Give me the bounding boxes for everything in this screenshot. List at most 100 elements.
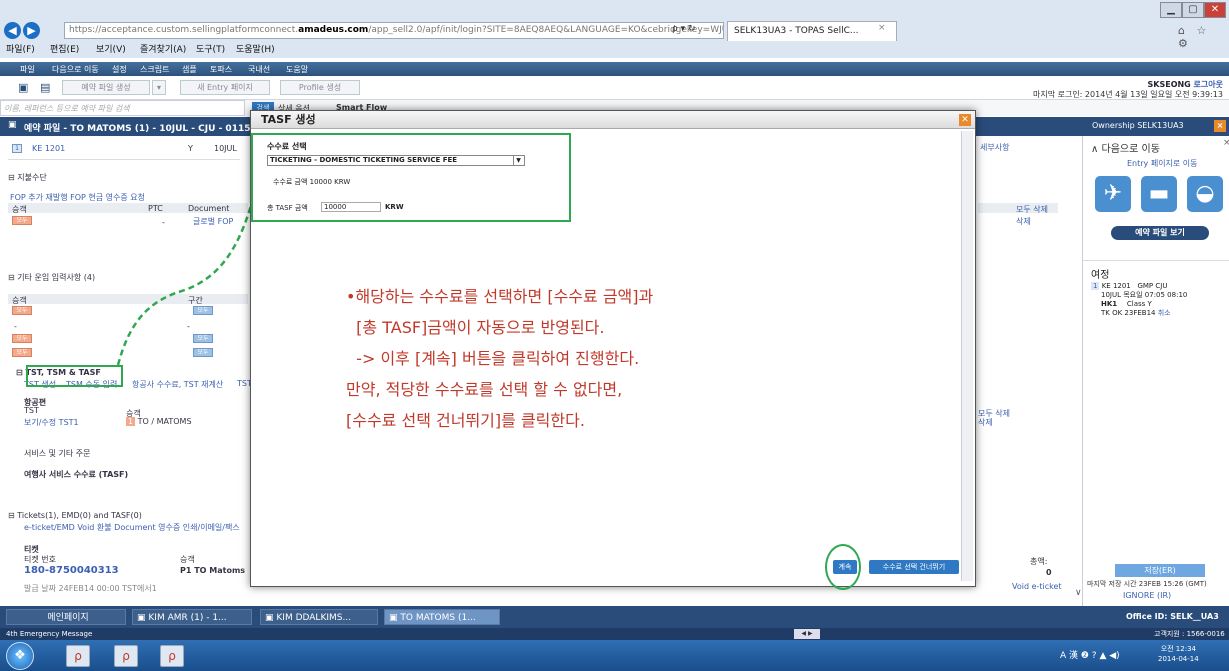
other-seg-tag-3[interactable]: 모두	[193, 348, 213, 357]
menu-edit[interactable]: 편집(E)	[50, 42, 79, 55]
airplane-icon[interactable]: ✈	[1095, 176, 1131, 212]
back-arrow-icon[interactable]: ◀	[4, 22, 21, 39]
menu-view[interactable]: 보기(V)	[96, 42, 126, 55]
app-menu-domestic[interactable]: 국내선	[248, 64, 270, 75]
ignore-link[interactable]: IGNORE (IR)	[1123, 591, 1171, 600]
file-icon: ▣	[8, 120, 17, 130]
fop-right-header: 모두 삭제	[978, 203, 1058, 215]
modal-close-icon[interactable]: ✕	[959, 114, 971, 126]
fee-select-dropdown[interactable]: TICKETING - DOMESTIC TICKETING SERVICE F…	[267, 155, 525, 166]
tab-kim-amr[interactable]: ▣ KIM AMR (1) - 1...	[132, 609, 252, 625]
app-menu-settings[interactable]: 설정	[112, 64, 127, 75]
ownership: Ownership SELK13UA3	[1092, 121, 1184, 130]
other-tag-3[interactable]: 모두	[12, 348, 32, 357]
print-icon[interactable]: ▤	[40, 81, 50, 94]
url-prefix: https://acceptance.custom.sellingplatfor…	[69, 25, 299, 35]
menu-file[interactable]: 파일(F)	[6, 42, 35, 55]
office-id: Office ID: SELK__UA3	[1126, 612, 1219, 621]
tab-close-icon[interactable]: ×	[878, 23, 886, 33]
fop-doc[interactable]: 글로벌 FOP	[193, 216, 233, 227]
view-file-button[interactable]: 예약 파일 보기	[1111, 226, 1209, 240]
app-menu-goto[interactable]: 다음으로 이동	[52, 64, 99, 75]
fop-tag-all[interactable]: 모두	[12, 216, 32, 225]
fop-links[interactable]: FOP 추가 재발행 FOP 현금 영수증 요청	[10, 192, 145, 203]
tst-passenger-name: TO / MATOMS	[137, 417, 192, 426]
itin-class: Class Y	[1126, 300, 1152, 308]
continue-button[interactable]: 계속	[833, 560, 857, 574]
menu-favorites[interactable]: 즐겨찾기(A)	[140, 42, 186, 55]
skip-fee-button[interactable]: 수수료 선택 건너뛰기	[869, 560, 959, 574]
dropdown-arrow-icon[interactable]: ▼	[513, 156, 523, 165]
windows-taskbar	[0, 640, 1229, 671]
browser-tab-active[interactable]: SELK13UA3 - TOPAS SellC...	[727, 21, 897, 41]
taskbar-app-icon-1[interactable]: ρ	[66, 645, 90, 667]
maximize-icon[interactable]: ▢	[1182, 2, 1204, 18]
taskbar-app-icon-2[interactable]: ρ	[114, 645, 138, 667]
flight-row: 1 KE 1201 Y 10JUL	[8, 140, 240, 160]
entry-page-link[interactable]: Entry 페이지로 이동	[1127, 158, 1198, 169]
itin-cancel-link[interactable]: 취소	[1158, 309, 1171, 317]
other-seg-tag-1[interactable]: 모두	[193, 306, 213, 315]
new-reservation-button[interactable]: 예약 파일 생성	[62, 80, 150, 95]
total-tasf-input[interactable]: 10000	[321, 202, 381, 212]
search-input[interactable]: 이름, 레퍼런스 등으로 예약 파일 검색	[0, 100, 245, 116]
close-window-icon[interactable]: ✕	[1204, 2, 1226, 18]
tab-main-page[interactable]: 메인페이지	[6, 609, 126, 625]
url-suffix: /app_sell2.0/apf/init/login?SITE=8AEQ8AE…	[368, 25, 723, 35]
emergency-message[interactable]: 4th Emergency Message	[6, 630, 92, 638]
tab-kim-ddalkims-label: KIM DDALKIMS...	[276, 613, 352, 623]
close-file-icon[interactable]: ×	[1214, 120, 1226, 132]
other-fare-title: ⊟ 기타 운임 입력사항 (4)	[8, 273, 96, 282]
tab-kim-ddalkims[interactable]: ▣ KIM DDALKIMS...	[260, 609, 378, 625]
save-er-button[interactable]: 저장(ER)	[1115, 564, 1205, 577]
other-seg-tag-2[interactable]: 모두	[193, 334, 213, 343]
fop-header: 승객 PTC Document	[8, 203, 248, 214]
minimize-icon[interactable]: ▁	[1160, 2, 1182, 18]
address-controls[interactable]: ρ ▾ ↻	[672, 24, 696, 34]
service-detail-link[interactable]: 세부사항	[980, 142, 1009, 153]
app-menu-sample[interactable]: 샘플	[182, 64, 197, 75]
itin-flight-line: 1 KE 1201 GMP CJU	[1091, 282, 1227, 291]
tst-delete[interactable]: 삭제	[978, 417, 993, 428]
void-eticket-link[interactable]: Void e-ticket	[1012, 582, 1062, 591]
tickets-links[interactable]: e-ticket/EMD Void 환불 Document 영수증 인쇄/이메일…	[24, 522, 240, 533]
collapse-chevron-icon[interactable]: ∨	[1075, 588, 1082, 598]
tickets-title: ⊟ Tickets(1), EMD(0) and TASF(0)	[8, 511, 142, 520]
ticket-number[interactable]: 180-8750040313	[24, 565, 119, 576]
clock: 오전 12:34 2014-04-14	[1158, 644, 1199, 664]
car-icon[interactable]: ◒	[1187, 176, 1223, 212]
other-tag-2[interactable]: 모두	[12, 334, 32, 343]
close-goto-icon[interactable]: ×	[1223, 138, 1229, 148]
app-menu-help[interactable]: 도움말	[286, 64, 308, 75]
tst-view-link[interactable]: 보기/수정 TST1	[24, 417, 79, 428]
tab-to-matoms[interactable]: ▣ TO MATOMS (1...	[384, 609, 500, 625]
message-nav-arrows[interactable]: ◀ ▶	[794, 629, 820, 639]
save-icon[interactable]: ▣	[18, 81, 28, 94]
system-tray-icons[interactable]: A 漢 ❷ ? ▲ ◀)	[1060, 648, 1120, 661]
new-entry-button[interactable]: 새 Entry 페이지	[180, 80, 270, 95]
windows-start-icon[interactable]: ❖	[6, 642, 34, 670]
flight-code[interactable]: KE 1201	[32, 144, 65, 153]
forward-arrow-icon[interactable]: ▶	[23, 22, 40, 39]
address-bar[interactable]: https://acceptance.custom.sellingplatfor…	[64, 22, 724, 39]
fop-title: ⊟ 지불수단	[8, 173, 47, 182]
fop-delete-all[interactable]: 모두 삭제	[1016, 204, 1048, 215]
tab-file-icon: ▣	[265, 613, 274, 623]
profile-button[interactable]: Profile 생성	[280, 80, 360, 95]
other-tag-1[interactable]: 모두	[12, 306, 32, 315]
fee-select-label: 수수료 선택	[267, 142, 307, 151]
app-menu-script[interactable]: 스크립트	[140, 64, 169, 75]
hotel-bed-icon[interactable]: ▬	[1141, 176, 1177, 212]
fop-delete[interactable]: 삭제	[1016, 216, 1031, 227]
app-menu-topas[interactable]: 토파스	[210, 64, 232, 75]
tickets-title-text: Tickets(1), EMD(0) and TASF(0)	[17, 511, 142, 520]
menu-help[interactable]: 도움말(H)	[236, 42, 275, 55]
app-menu-file[interactable]: 파일	[20, 64, 35, 75]
airline-fee-link[interactable]: 항공사 수수료, TST 재계산	[132, 379, 223, 390]
tab-file-icon: ▣	[137, 613, 146, 623]
logout-link[interactable]: 로그아웃	[1194, 80, 1223, 89]
modal-scrollbar[interactable]	[961, 131, 973, 581]
taskbar-app-icon-3[interactable]: ρ	[160, 645, 184, 667]
dropdown-arrow-icon[interactable]: ▾	[152, 80, 166, 95]
menu-tools[interactable]: 도구(T)	[196, 42, 225, 55]
